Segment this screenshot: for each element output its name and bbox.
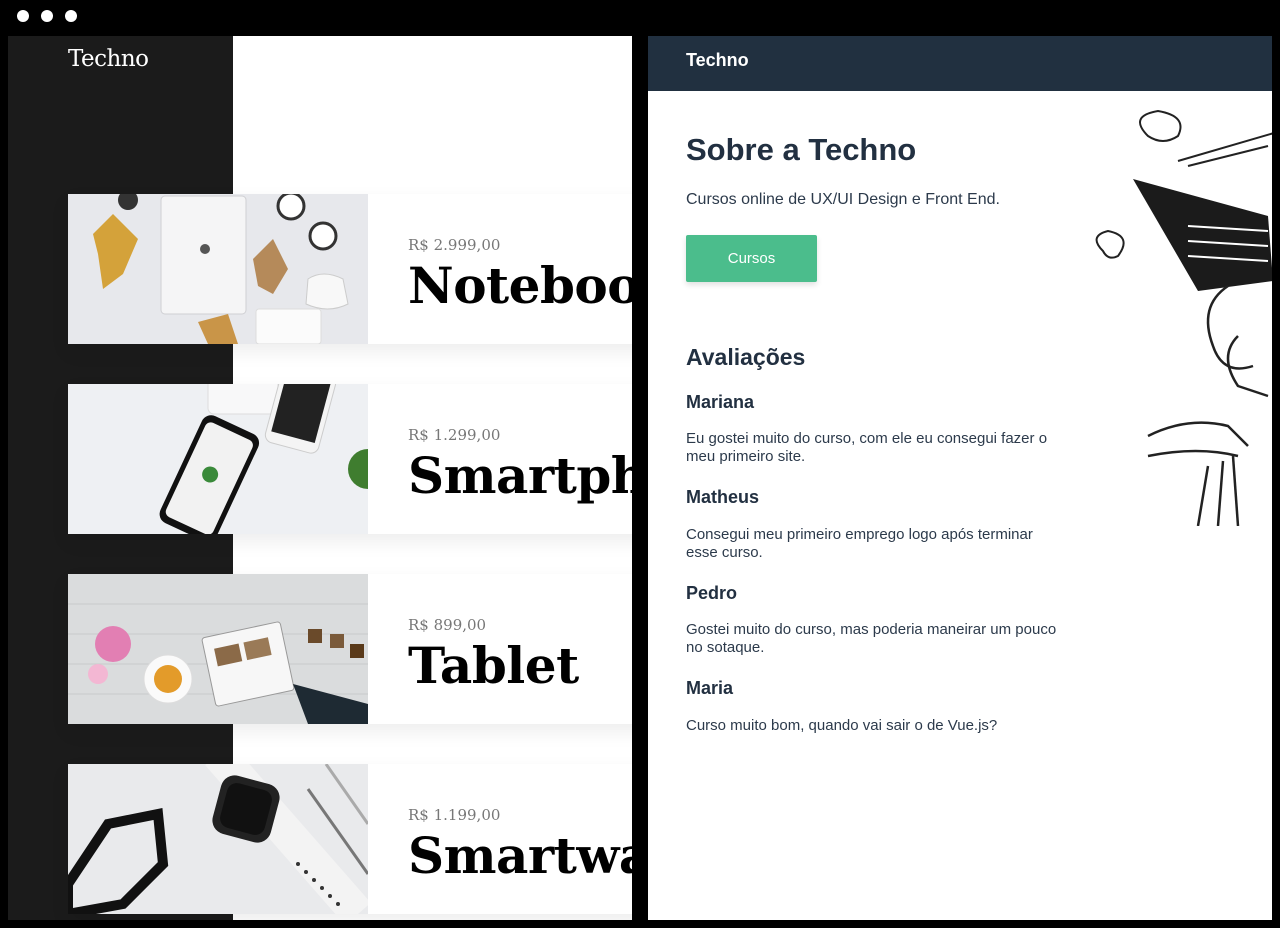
review-text: Eu gostei muito do curso, com ele eu con… bbox=[686, 430, 1048, 465]
page-description: Cursos online de UX/UI Design e Front En… bbox=[686, 191, 1000, 208]
product-price: R$ 1.299,00 bbox=[408, 426, 501, 444]
product-image-smartphone[interactable] bbox=[68, 384, 368, 534]
product-card-tablet[interactable]: R$ 899,00 Tablet bbox=[68, 574, 632, 724]
product-name[interactable]: Tablet bbox=[408, 636, 579, 695]
product-price: R$ 2.999,00 bbox=[408, 236, 501, 254]
window-dot-icon bbox=[41, 10, 53, 22]
product-image-tablet[interactable] bbox=[68, 574, 368, 724]
graduate-illustration-icon bbox=[1095, 109, 1272, 526]
product-name[interactable]: Notebook bbox=[408, 256, 632, 315]
product-card-smartphone[interactable]: R$ 1.299,00 Smartphone bbox=[68, 384, 632, 534]
store-page: Techno R$ 2.999,00 Notebook bbox=[8, 36, 632, 920]
product-name[interactable]: Smartphone bbox=[408, 446, 632, 505]
product-image-smartwatch[interactable] bbox=[68, 764, 368, 914]
review-author: Mariana bbox=[686, 392, 755, 412]
review-author: Matheus bbox=[686, 487, 760, 507]
window-dot-icon bbox=[17, 10, 29, 22]
product-price: R$ 1.199,00 bbox=[408, 806, 501, 824]
product-card-notebook[interactable]: R$ 2.999,00 Notebook bbox=[68, 194, 632, 344]
review-text: Gostei muito do curso, mas poderia manei… bbox=[686, 621, 1057, 656]
courses-button[interactable]: Cursos bbox=[686, 235, 817, 282]
top-navbar: Techno bbox=[648, 36, 1272, 91]
product-image-notebook[interactable] bbox=[68, 194, 368, 344]
window-dot-icon bbox=[65, 10, 77, 22]
about-page: Techno Sobre a Techno Cursos online de U… bbox=[648, 36, 1272, 920]
store-logo[interactable]: Techno bbox=[68, 46, 149, 72]
review-author: Pedro bbox=[686, 583, 738, 603]
review-text: Consegui meu primeiro emprego logo após … bbox=[686, 526, 1033, 561]
page-title: Sobre a Techno bbox=[686, 132, 917, 167]
review-text: Curso muito bom, quando vai sair o de Vu… bbox=[686, 717, 998, 734]
reviews-heading: Avaliações bbox=[686, 344, 806, 370]
product-price: R$ 899,00 bbox=[408, 616, 487, 634]
product-name[interactable]: Smartwatch bbox=[408, 826, 632, 885]
product-card-smartwatch[interactable]: R$ 1.199,00 Smartwatch bbox=[68, 764, 632, 914]
review-author: Maria bbox=[686, 678, 734, 698]
navbar-brand[interactable]: Techno bbox=[686, 50, 749, 71]
